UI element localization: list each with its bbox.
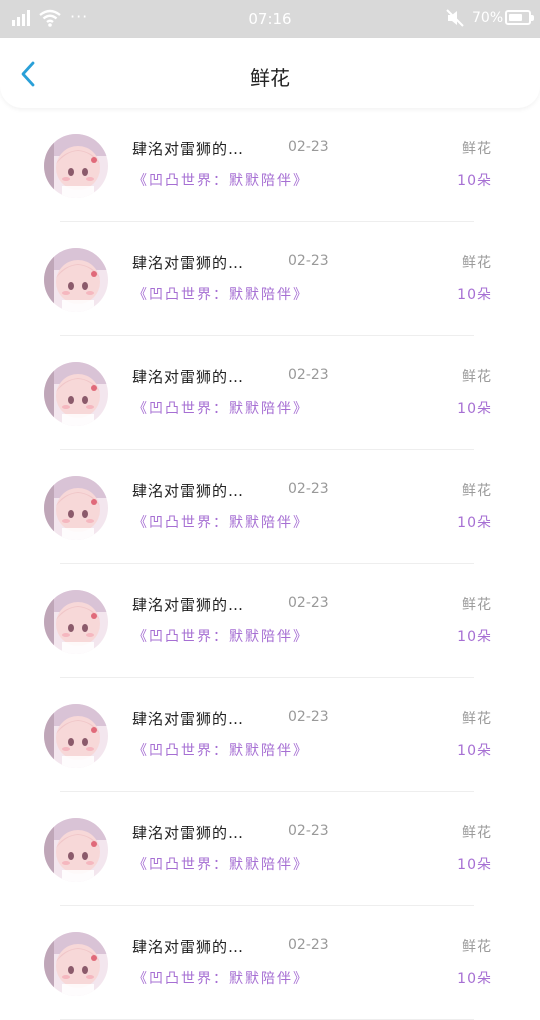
sent-date: 02-23 (288, 367, 329, 383)
list-item[interactable]: 肆洺对雷狮的… 02-23 《凹凸世界：默默陪伴》 鲜花 10朵 (0, 222, 540, 336)
gift-count: 10朵 (457, 857, 492, 873)
avatar[interactable] (44, 932, 108, 996)
gift-name: 鲜花 (462, 939, 492, 955)
sender-name: 肆洺对雷狮的… (132, 596, 245, 614)
avatar[interactable] (44, 818, 108, 882)
gift-count: 10朵 (457, 287, 492, 303)
sender-name: 肆洺对雷狮的… (132, 140, 245, 158)
sent-date: 02-23 (288, 823, 329, 839)
gift-name: 鲜花 (462, 597, 492, 613)
avatar[interactable] (44, 476, 108, 540)
list-item[interactable]: 肆洺对雷狮的… 02-23 《凹凸世界：默默陪伴》 鲜花 10朵 (0, 678, 540, 792)
sender-name: 肆洺对雷狮的… (132, 710, 245, 728)
work-title: 《凹凸世界：默默陪伴》 (133, 173, 309, 189)
avatar[interactable] (44, 704, 108, 768)
list-item[interactable]: 肆洺对雷狮的… 02-23 《凹凸世界：默默陪伴》 鲜花 10朵 (0, 792, 540, 906)
list-item[interactable]: 肆洺对雷狮的… 02-23 《凹凸世界：默默陪伴》 鲜花 10朵 (0, 108, 540, 222)
work-title: 《凹凸世界：默默陪伴》 (133, 743, 309, 759)
list-item[interactable]: 肆洺对雷狮的… 02-23 《凹凸世界：默默陪伴》 鲜花 10朵 (0, 906, 540, 1020)
gift-name: 鲜花 (462, 141, 492, 157)
status-bar: ··· 07:16 70% (0, 0, 540, 38)
work-title: 《凹凸世界：默默陪伴》 (133, 971, 309, 987)
gift-name: 鲜花 (462, 483, 492, 499)
flower-list: 肆洺对雷狮的… 02-23 《凹凸世界：默默陪伴》 鲜花 10朵 肆洺对雷狮的… 02-2… (0, 108, 540, 1020)
avatar[interactable] (44, 590, 108, 654)
gift-count: 10朵 (457, 629, 492, 645)
list-item[interactable]: 肆洺对雷狮的… 02-23 《凹凸世界：默默陪伴》 鲜花 10朵 (0, 336, 540, 450)
list-item[interactable]: 肆洺对雷狮的… 02-23 《凹凸世界：默默陪伴》 鲜花 10朵 (0, 450, 540, 564)
work-title: 《凹凸世界：默默陪伴》 (133, 515, 309, 531)
avatar[interactable] (44, 248, 108, 312)
battery-icon (505, 10, 534, 25)
work-title: 《凹凸世界：默默陪伴》 (133, 287, 309, 303)
sender-name: 肆洺对雷狮的… (132, 368, 245, 386)
sender-name: 肆洺对雷狮的… (132, 482, 245, 500)
gift-count: 10朵 (457, 971, 492, 987)
sent-date: 02-23 (288, 595, 329, 611)
gift-name: 鲜花 (462, 369, 492, 385)
gift-name: 鲜花 (462, 711, 492, 727)
battery-percent: 70% (472, 10, 504, 26)
work-title: 《凹凸世界：默默陪伴》 (133, 857, 309, 873)
gift-count: 10朵 (457, 743, 492, 759)
gift-count: 10朵 (457, 515, 492, 531)
avatar[interactable] (44, 362, 108, 426)
gift-count: 10朵 (457, 173, 492, 189)
sent-date: 02-23 (288, 139, 329, 155)
sent-date: 02-23 (288, 709, 329, 725)
gift-name: 鲜花 (462, 255, 492, 271)
sent-date: 02-23 (288, 937, 329, 953)
sender-name: 肆洺对雷狮的… (132, 938, 245, 956)
mute-icon (446, 9, 464, 31)
page-title: 鲜花 (250, 66, 290, 90)
top-bar: 鲜花 (0, 38, 540, 108)
list-item[interactable]: 肆洺对雷狮的… 02-23 《凹凸世界：默默陪伴》 鲜花 10朵 (0, 564, 540, 678)
sender-name: 肆洺对雷狮的… (132, 824, 245, 842)
avatar[interactable] (44, 134, 108, 198)
sent-date: 02-23 (288, 253, 329, 269)
sender-name: 肆洺对雷狮的… (132, 254, 245, 272)
gift-name: 鲜花 (462, 825, 492, 841)
work-title: 《凹凸世界：默默陪伴》 (133, 401, 309, 417)
sent-date: 02-23 (288, 481, 329, 497)
gift-count: 10朵 (457, 401, 492, 417)
work-title: 《凹凸世界：默默陪伴》 (133, 629, 309, 645)
